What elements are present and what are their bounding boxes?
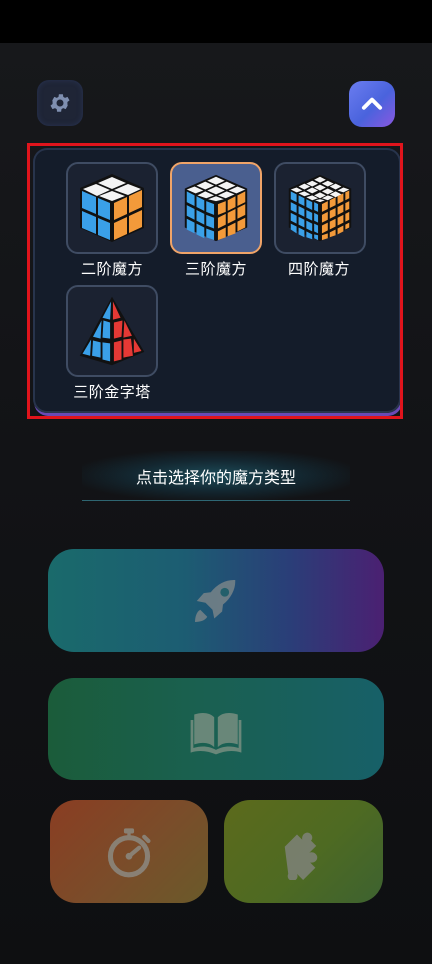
cube-card-3x3[interactable] (170, 162, 262, 254)
status-bar (0, 0, 432, 43)
cube-2x2-icon (80, 174, 144, 242)
cube-3x3-icon (184, 174, 248, 242)
cube-card-2x2[interactable] (66, 162, 158, 254)
cube-label-pyramid: 三阶金字塔 (73, 383, 151, 401)
stopwatch-icon (107, 827, 151, 877)
puzzle-piece-icon (284, 832, 317, 880)
cube-label-4x4: 四阶魔方 (287, 260, 350, 278)
puzzle-button[interactable] (224, 800, 383, 903)
cube-card-pyramid[interactable] (66, 285, 158, 377)
rocket-icon (195, 579, 236, 622)
cube-label-2x2: 二阶魔方 (80, 260, 143, 278)
tutorial-button[interactable] (48, 678, 384, 780)
settings-button[interactable] (37, 80, 83, 126)
chevron-up-icon (361, 97, 383, 110)
cube-4x4-icon (288, 174, 352, 242)
select-cube-hint: 点击选择你的魔方类型 (82, 451, 350, 501)
collapse-button[interactable] (349, 81, 395, 127)
timer-button[interactable] (50, 800, 208, 903)
gear-icon (50, 94, 70, 112)
cube-card-4x4[interactable] (274, 162, 366, 254)
pyramid-icon (79, 296, 145, 366)
book-icon (190, 712, 242, 755)
quick-start-button[interactable] (48, 549, 384, 652)
cube-label-3x3: 三阶魔方 (184, 260, 247, 278)
